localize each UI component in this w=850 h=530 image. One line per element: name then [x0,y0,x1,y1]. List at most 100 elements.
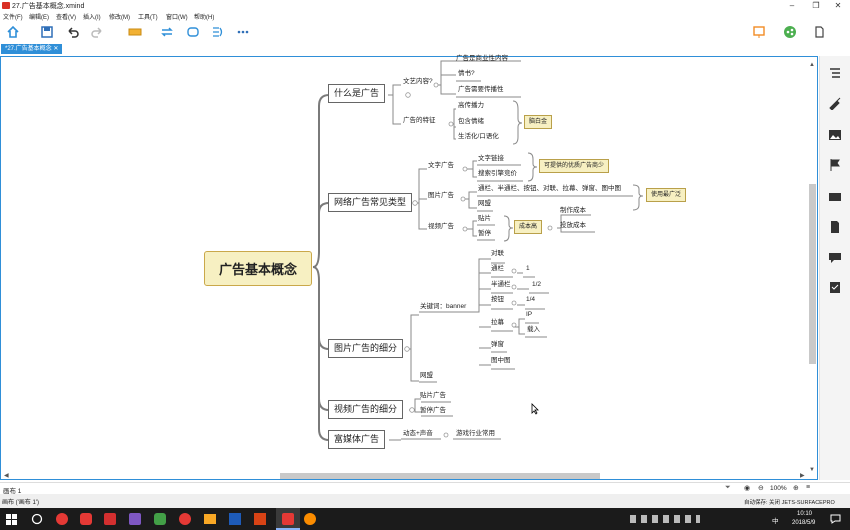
topic-shipin-cost-1[interactable]: 制作成本 [560,207,586,215]
search-icon[interactable] [31,513,43,525]
app-icon-4[interactable] [304,513,316,525]
menu-insert[interactable]: 插入(I) [83,12,101,21]
vertical-scroll-thumb[interactable] [809,184,816,364]
summary-tupian[interactable]: 使用最广泛 [646,188,687,202]
branch-rich-media-ad[interactable]: 富媒体广告 [328,430,386,449]
image-icon[interactable] [828,128,842,142]
topic-wenyi-1[interactable]: 广告是商业性内容 [456,55,508,63]
task-icon[interactable] [828,280,842,294]
summary-shipin[interactable]: 成本高 [514,220,543,234]
format-brush-icon[interactable] [828,96,842,110]
topic-wenzi[interactable]: 文字广告 [428,162,454,170]
menu-help[interactable]: 帮助(H) [194,12,214,21]
scroll-down-icon[interactable]: ▼ [809,467,815,473]
topic-banner-tonglan[interactable]: 通栏 [491,265,504,273]
topic-banner-tanchuang[interactable]: 弹窗 [491,341,504,349]
menu-view[interactable]: 查看(V) [56,12,76,21]
branch-image-ad-detail[interactable]: 图片广告的细分 [328,339,404,358]
app-icon-1[interactable] [56,513,68,525]
fit-icon[interactable]: ≡ [806,484,810,491]
file-explorer-icon[interactable] [204,514,216,524]
summary-naobaijin[interactable]: 脑白金 [524,115,553,129]
summary-icon[interactable] [210,25,224,39]
topic-shipin-1[interactable]: 贴片 [478,215,491,223]
topic-icon[interactable] [128,25,142,39]
topic-banner-tonglan-value[interactable]: 1 [526,265,530,273]
branch-what-is-ad[interactable]: 什么是广告 [328,84,386,103]
topic-wenzi-1[interactable]: 文字链接 [478,155,504,163]
topic-banner[interactable]: 关键词：banner [420,303,466,311]
topic-banner-anniu[interactable]: 按钮 [491,296,504,304]
topic-shipin-cost-2[interactable]: 投放成本 [560,222,586,230]
undo-icon[interactable] [66,25,80,39]
onenote-icon[interactable] [129,513,141,525]
ime-indicator[interactable]: 中 [772,515,779,525]
redo-icon[interactable] [90,25,104,39]
topic-tupian-1[interactable]: 通栏、半通栏、按钮、对联、拉幕、弹窗、图中图 [478,185,621,193]
topic-wenyi[interactable]: 文艺内容? [403,78,433,86]
menu-tools[interactable]: 工具(T) [138,12,158,21]
tray-icons[interactable] [630,515,700,523]
notes-icon[interactable] [828,220,842,234]
app-icon-2[interactable] [80,513,92,525]
branch-video-ad-detail[interactable]: 视频广告的细分 [328,400,404,419]
topic-banner-lamu-load[interactable]: 载入 [527,326,540,334]
topic-fumeiti-1[interactable]: 游戏行业常用 [456,430,495,438]
clock-date[interactable]: 2018/5/9 [792,520,815,526]
topic-banner-lamu-ip[interactable]: IP [526,311,532,319]
topic-tezheng-2[interactable]: 包含情绪 [458,118,484,126]
topic-banner-tuzhongtu[interactable]: 图中图 [491,357,511,365]
tab-document[interactable]: *27.广告基本概念 ✕ [1,44,63,54]
scroll-left-icon[interactable]: ◀ [4,472,9,479]
topic-shipin-2[interactable]: 暂停 [478,230,491,238]
vivaldi-icon[interactable] [179,513,191,525]
topic-video-zanting[interactable]: 暂停广告 [420,407,446,415]
minimize-button[interactable]: – [780,0,804,11]
horizontal-scroll-thumb[interactable] [280,473,600,479]
menu-file[interactable]: 文件(F) [3,12,23,21]
topic-wenyi-3[interactable]: 广告需要传播性 [458,86,504,94]
home-icon[interactable] [6,25,20,39]
save-icon[interactable] [40,25,54,39]
word-icon[interactable] [229,513,241,525]
topic-video-tiepian[interactable]: 贴片广告 [420,392,446,400]
filter-icon[interactable]: ⏷ [725,484,731,492]
clock-time[interactable]: 10:10 [797,511,812,517]
topic-tezheng[interactable]: 广告的特征 [403,117,436,125]
topic-banner-anniu-value[interactable]: 1/4 [526,296,535,304]
more-icon[interactable] [236,25,250,39]
topic-fumeiti[interactable]: 动态+声音 [403,430,433,438]
summary-wenzi[interactable]: 可提供的优质广告商少 [539,159,610,173]
close-button[interactable]: ✕ [826,0,850,11]
topic-tezheng-3[interactable]: 生活化/口语化 [458,133,499,141]
presentation-icon[interactable] [752,25,766,39]
flag-marker-icon[interactable] [828,158,842,172]
branch-network-ad-types[interactable]: 网络广告常见类型 [328,193,413,212]
zoom-in-icon[interactable]: ⊕ [793,484,799,492]
app-icon-3[interactable] [104,513,116,525]
xmind-taskbar-button[interactable] [276,508,300,530]
relationship-icon[interactable] [160,25,174,39]
horizontal-scrollbar[interactable]: ◀ ▶ [4,472,808,480]
comment-icon[interactable] [828,250,842,264]
wechat-icon[interactable] [154,513,166,525]
central-topic[interactable]: 广告基本概念 [204,251,313,286]
export-icon[interactable] [812,25,826,39]
topic-wenzi-2[interactable]: 搜索引擎竞价 [478,170,517,178]
topic-wenyi-2[interactable]: 情书? [458,70,475,78]
zoom-level[interactable]: 100% [770,485,787,492]
label-icon[interactable] [828,190,842,204]
menu-edit[interactable]: 编辑(E) [29,12,49,21]
menu-window[interactable]: 窗口(W) [166,12,188,21]
topic-shipin[interactable]: 视频广告 [428,223,454,231]
outline-icon[interactable] [828,66,842,80]
vertical-scrollbar[interactable]: ▲ ▼ [808,60,817,476]
topic-banner-lamu[interactable]: 拉幕 [491,319,504,327]
topic-tupian-2[interactable]: 网盟 [478,200,491,208]
windows-start-icon[interactable] [6,514,17,525]
zoom-out-icon[interactable]: ⊖ [758,484,764,492]
topic-wangmeng[interactable]: 网盟 [420,372,433,380]
menu-modify[interactable]: 修改(M) [109,12,130,21]
scroll-right-icon[interactable]: ▶ [800,472,805,479]
notification-icon[interactable] [830,514,841,524]
